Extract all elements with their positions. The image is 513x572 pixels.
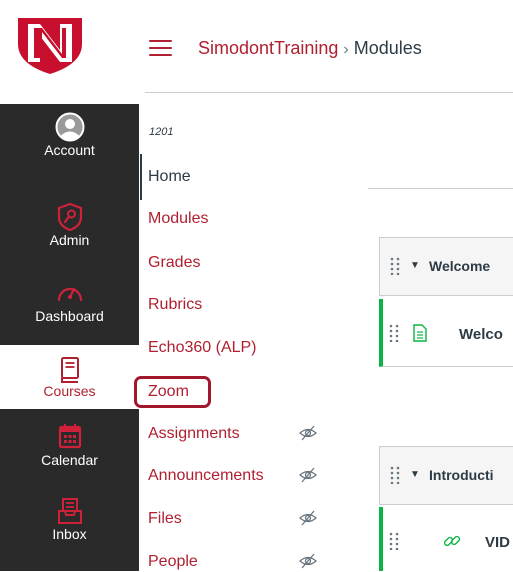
course-nav-announcements[interactable]: Announcements	[148, 466, 264, 486]
global-nav-account[interactable]: Account	[0, 112, 139, 184]
global-nav-admin-label: Admin	[49, 232, 90, 248]
breadcrumb: SimodontTraining › Modules	[198, 38, 422, 59]
global-nav-calendar[interactable]: Calendar	[0, 422, 139, 494]
logo-shield-icon	[18, 18, 82, 74]
active-nav-indicator	[140, 154, 142, 200]
content-divider	[368, 188, 513, 189]
global-nav-inbox-label: Inbox	[52, 526, 87, 542]
book-icon	[55, 355, 85, 383]
eye-slash-icon	[299, 553, 317, 569]
module-item-title[interactable]: Welco	[459, 326, 503, 343]
module-header[interactable]: ▼ Welcome	[379, 237, 513, 296]
eye-slash-icon	[299, 467, 317, 483]
eye-slash-icon	[299, 425, 317, 441]
course-term-label: 1201	[149, 126, 174, 138]
collapse-caret-icon[interactable]: ▼	[410, 469, 420, 480]
course-nav-rubrics[interactable]: Rubrics	[148, 295, 202, 315]
module-title: Introducti	[429, 467, 494, 483]
global-nav-courses-label: Courses	[43, 383, 96, 399]
global-navigation: Account Admin Dashboard Courses Calendar…	[0, 0, 139, 571]
collapse-caret-icon[interactable]: ▼	[410, 260, 420, 271]
university-logo[interactable]	[0, 0, 139, 104]
course-header: SimodontTraining › Modules	[139, 0, 513, 96]
course-nav-home[interactable]: Home	[148, 167, 191, 187]
module-title: Welcome	[429, 258, 491, 274]
drag-handle-icon[interactable]	[390, 466, 400, 487]
hamburger-menu-button[interactable]	[149, 40, 172, 56]
course-nav-assignments[interactable]: Assignments	[148, 424, 240, 444]
link-icon	[443, 532, 461, 554]
drag-handle-icon[interactable]	[389, 532, 399, 554]
inbox-icon	[55, 496, 85, 524]
breadcrumb-current-page: Modules	[353, 38, 422, 58]
speedometer-icon	[55, 278, 85, 306]
global-nav-dashboard-label: Dashboard	[35, 308, 104, 324]
module-item[interactable]: Welco	[379, 299, 513, 367]
global-nav-inbox[interactable]: Inbox	[0, 496, 139, 568]
drag-handle-icon[interactable]	[390, 257, 400, 278]
course-nav-zoom[interactable]: Zoom	[148, 382, 189, 402]
shield-icon	[55, 202, 85, 232]
course-nav-grades[interactable]: Grades	[148, 253, 200, 273]
eye-slash-icon	[299, 510, 317, 526]
course-nav-people[interactable]: People	[148, 552, 198, 572]
calendar-icon	[55, 422, 85, 450]
global-nav-calendar-label: Calendar	[41, 452, 98, 468]
global-nav-admin[interactable]: Admin	[0, 202, 139, 274]
user-avatar-icon	[55, 112, 85, 142]
course-nav-echo360[interactable]: Echo360 (ALP)	[148, 338, 257, 358]
course-nav-files[interactable]: Files	[148, 509, 182, 529]
page-icon	[413, 324, 427, 346]
header-divider	[145, 92, 513, 93]
drag-handle-icon[interactable]	[389, 324, 399, 346]
global-nav-courses[interactable]: Courses	[0, 345, 139, 409]
module-item-title[interactable]: VID	[485, 534, 510, 551]
module-item[interactable]: VID	[379, 507, 513, 571]
global-nav-account-label: Account	[44, 142, 95, 158]
global-nav-dashboard[interactable]: Dashboard	[0, 278, 139, 350]
module-header[interactable]: ▼ Introducti	[379, 446, 513, 505]
course-nav-modules[interactable]: Modules	[148, 209, 208, 229]
breadcrumb-separator: ›	[343, 41, 349, 58]
breadcrumb-course-link[interactable]: SimodontTraining	[198, 38, 338, 58]
